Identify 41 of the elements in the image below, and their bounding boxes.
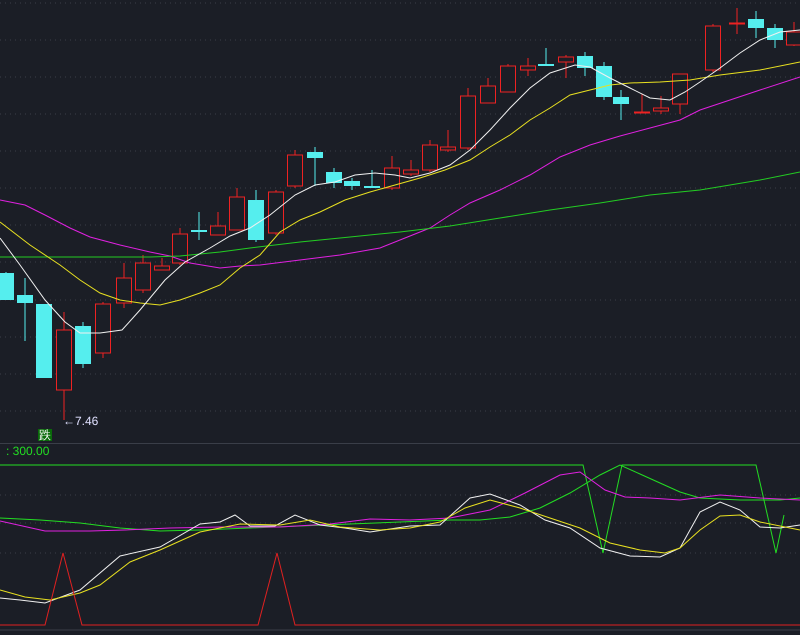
- candlestick: [440, 130, 456, 152]
- candlestick: [191, 212, 207, 240]
- candlestick: [229, 188, 245, 230]
- candlestick: [135, 254, 151, 294]
- candlestick: [384, 156, 400, 190]
- candlestick: [422, 140, 438, 172]
- candlestick: [500, 64, 516, 92]
- candlestick: [307, 146, 323, 186]
- candlestick: [729, 8, 745, 34]
- candlestick: [596, 62, 612, 100]
- indicator-value: : 300.00: [6, 445, 50, 457]
- candlestick: [326, 168, 342, 188]
- candlestick: [364, 170, 380, 188]
- candlestick: [344, 178, 360, 190]
- candlestick: [653, 96, 669, 114]
- candlestick: [403, 160, 419, 176]
- low-price-label: ←7.46: [63, 415, 98, 427]
- candlestick: [613, 90, 629, 120]
- candlestick: [705, 24, 721, 72]
- candlestick: [558, 54, 574, 78]
- candlestick: [520, 58, 536, 76]
- candlestick: [0, 272, 14, 300]
- candlestick: [95, 302, 111, 358]
- candlestick: [268, 190, 284, 236]
- candlestick: [17, 278, 33, 342]
- candlestick: [672, 74, 688, 114]
- candlestick: [748, 10, 764, 38]
- candlestick: [577, 52, 593, 76]
- candlestick: [248, 190, 264, 242]
- candlestick: [634, 94, 650, 114]
- candlestick: [538, 48, 554, 66]
- candlestick: [154, 258, 170, 270]
- candlestick: [75, 322, 91, 368]
- candlestick: [460, 88, 476, 150]
- candlestick: [287, 150, 303, 188]
- candlestick: [767, 24, 783, 48]
- signal-badge: 跌: [38, 429, 52, 441]
- candlestick: [172, 228, 188, 266]
- candlestick: [480, 78, 496, 104]
- candlestick: [210, 212, 226, 236]
- candlestick: [116, 262, 132, 308]
